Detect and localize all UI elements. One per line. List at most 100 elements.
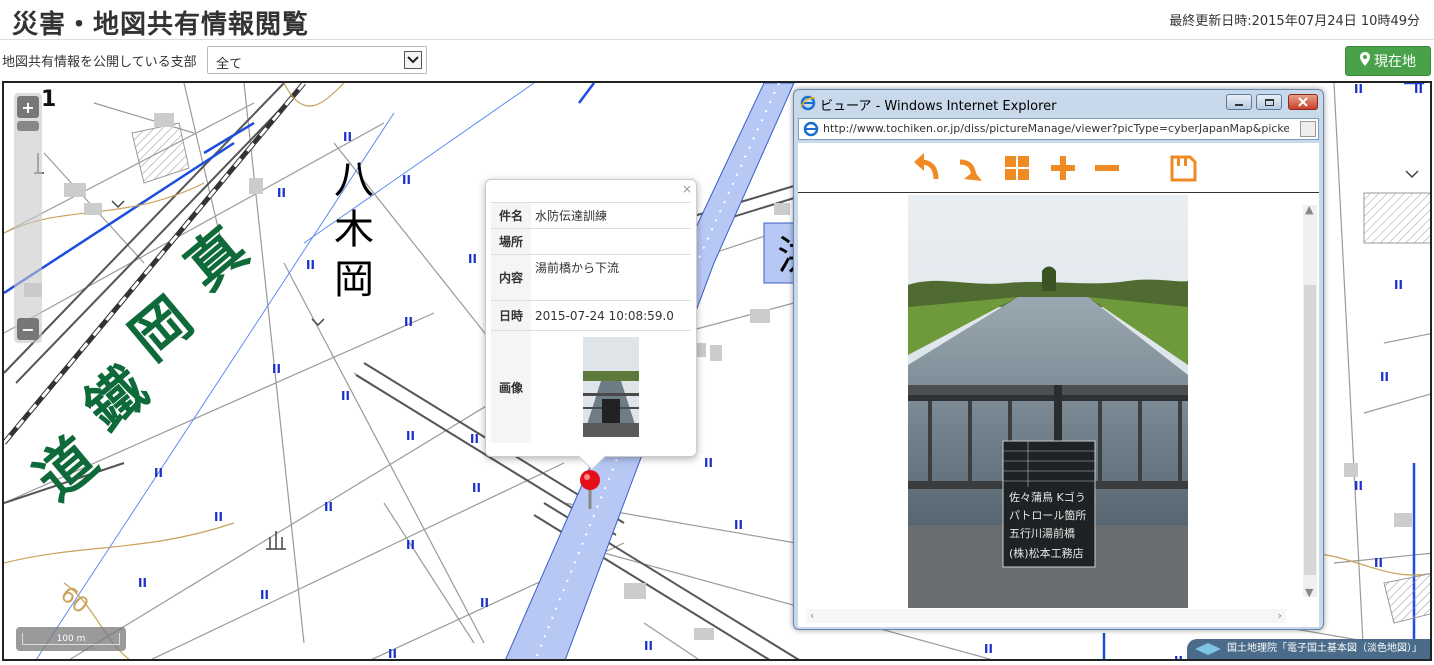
popup-info-table: 件名 水防伝達訓練 場所 内容 湯前橋から下流 日時 2015-07-24 10…: [491, 202, 691, 443]
zoom-in-button[interactable]: +: [17, 96, 39, 118]
save-icon[interactable]: [1168, 153, 1198, 183]
svg-text:II: II: [984, 642, 993, 656]
map-attribution[interactable]: 国土地理院「電子国土基本図（淡色地図）」: [1187, 639, 1430, 659]
maximize-button[interactable]: [1256, 94, 1282, 110]
viewer-window[interactable]: ビューア - Windows Internet Explorer http://…: [793, 89, 1324, 630]
svg-text:II: II: [1394, 278, 1403, 292]
viewer-toolbar: [798, 143, 1319, 193]
row-value-image: [531, 330, 691, 443]
sign-line-3: 五行川湯前橋: [1009, 526, 1075, 540]
table-row: 内容 湯前橋から下流: [491, 254, 691, 301]
horizontal-scrollbar[interactable]: ‹ ›: [806, 609, 1286, 623]
page-compat-icon[interactable]: [1300, 121, 1316, 137]
zoom-control[interactable]: + −: [14, 93, 42, 343]
viewer-content: 佐々蒲鳥 Kゴう パトロール箇所 五行川湯前橋 (株)松本工務店 ▲ ▼ ‹ ›: [798, 143, 1319, 627]
svg-text:II: II: [260, 588, 269, 602]
svg-text:II: II: [734, 518, 743, 532]
zoom-out-icon[interactable]: [1092, 153, 1122, 183]
row-value: 2015-07-24 10:08:59.0: [531, 300, 691, 331]
zoom-out-button[interactable]: −: [17, 318, 39, 340]
zoom-level-text: 1: [41, 87, 57, 112]
table-row: 件名 水防伝達訓練: [491, 202, 691, 229]
svg-text:II: II: [1374, 556, 1383, 570]
sign-line-1: 佐々蒲鳥 Kゴう: [1009, 490, 1086, 504]
row-key: 場所: [491, 228, 531, 255]
ie-page-icon: [803, 121, 819, 137]
sign-line-2: パトロール箇所: [1009, 508, 1086, 522]
scroll-right-icon[interactable]: ›: [1278, 609, 1282, 622]
vertical-scrollbar[interactable]: ▲ ▼: [1303, 203, 1317, 599]
photo-thumbnail[interactable]: [583, 337, 639, 437]
svg-text:II: II: [480, 596, 489, 610]
svg-text:II: II: [138, 576, 147, 590]
place-name-label: 八 木 岡: [334, 157, 374, 303]
row-key: 内容: [491, 254, 531, 301]
rotate-right-icon[interactable]: [954, 153, 984, 183]
svg-text:II: II: [402, 173, 411, 187]
scroll-down-icon[interactable]: ▼: [1305, 586, 1313, 599]
svg-text:II: II: [1414, 83, 1423, 96]
railway-label: 真 岡 鐵 道: [22, 214, 261, 514]
zoom-in-icon[interactable]: [1048, 153, 1078, 183]
svg-text:II: II: [306, 258, 315, 272]
river-photo[interactable]: 佐々蒲鳥 Kゴう パトロール箇所 五行川湯前橋 (株)松本工務店: [908, 195, 1188, 608]
close-icon: [1298, 97, 1308, 107]
current-location-label: 現在地: [1374, 54, 1416, 70]
row-value: [531, 228, 691, 255]
table-row: 日時 2015-07-24 10:08:59.0: [491, 300, 691, 331]
attribution-text: 国土地理院「電子国土基本図（淡色地図）」: [1227, 643, 1422, 654]
row-key: 件名: [491, 202, 531, 229]
row-value: 水防伝達訓練: [531, 202, 691, 229]
svg-text:II: II: [277, 186, 286, 200]
popup-close-button[interactable]: ×: [682, 182, 692, 196]
svg-text:II: II: [1354, 83, 1363, 96]
svg-text:II: II: [1354, 479, 1363, 493]
svg-text:II: II: [1174, 654, 1183, 661]
branch-label: 地図共有情報を公開している支部: [2, 55, 197, 70]
minimize-button[interactable]: [1226, 94, 1252, 110]
chevron-down-icon[interactable]: [404, 51, 422, 69]
viewer-title: ビューア - Windows Internet Explorer: [820, 99, 1057, 114]
grid-icon[interactable]: [1002, 153, 1032, 183]
viewer-titlebar[interactable]: ビューア - Windows Internet Explorer: [794, 90, 1323, 116]
filter-toolbar: 地図共有情報を公開している支部 全て 現在地: [0, 40, 1434, 80]
last-updated-text: 最終更新日時:2015年07月24日 10時49分: [1169, 14, 1420, 29]
svg-text:II: II: [406, 429, 415, 443]
scroll-up-icon[interactable]: ▲: [1305, 203, 1313, 216]
scroll-left-icon[interactable]: ‹: [810, 609, 814, 622]
svg-text:II: II: [343, 130, 352, 144]
svg-text:II: II: [404, 315, 413, 329]
svg-text:II: II: [470, 432, 479, 446]
scale-bar: 100 m: [16, 627, 126, 651]
map-pin-icon: [1360, 52, 1370, 70]
svg-text:II: II: [388, 647, 397, 661]
gsi-logo-icon: [1195, 643, 1221, 655]
svg-text:II: II: [341, 389, 350, 403]
ie-icon: [800, 95, 816, 111]
address-url[interactable]: http://www.tochiken.or.jp/diss/pictureMa…: [823, 122, 1289, 135]
page-header: 災害・地図共有情報閲覧 最終更新日時:2015年07月24日 10時49分: [0, 0, 1434, 40]
table-row: 場所: [491, 228, 691, 255]
svg-text:II: II: [324, 500, 333, 514]
address-bar[interactable]: http://www.tochiken.or.jp/diss/pictureMa…: [798, 118, 1319, 140]
svg-text:II: II: [644, 639, 653, 653]
scrollbar-thumb[interactable]: [1304, 285, 1316, 575]
svg-text:II: II: [468, 252, 477, 266]
info-popup: × 件名 水防伝達訓練 場所 内容 湯前橋から下流 日時 2015-07-24 …: [485, 179, 697, 471]
row-key: 画像: [491, 330, 531, 443]
branch-select[interactable]: 全て: [207, 46, 427, 74]
scale-label: 100 m: [22, 633, 120, 645]
rotate-left-icon[interactable]: [912, 153, 942, 183]
row-key: 日時: [491, 300, 531, 331]
page-title: 災害・地図共有情報閲覧: [12, 10, 310, 40]
table-row: 画像: [491, 330, 691, 443]
map-marker-icon[interactable]: [578, 469, 602, 509]
row-value: 湯前橋から下流: [531, 254, 691, 301]
current-location-button[interactable]: 現在地: [1345, 46, 1431, 76]
zoom-slider-handle[interactable]: [17, 121, 39, 131]
branch-select-value: 全て: [216, 57, 243, 72]
close-window-button[interactable]: [1288, 94, 1318, 110]
maximize-icon: [1264, 98, 1274, 106]
svg-text:II: II: [1380, 370, 1389, 384]
svg-text:II: II: [406, 538, 415, 552]
